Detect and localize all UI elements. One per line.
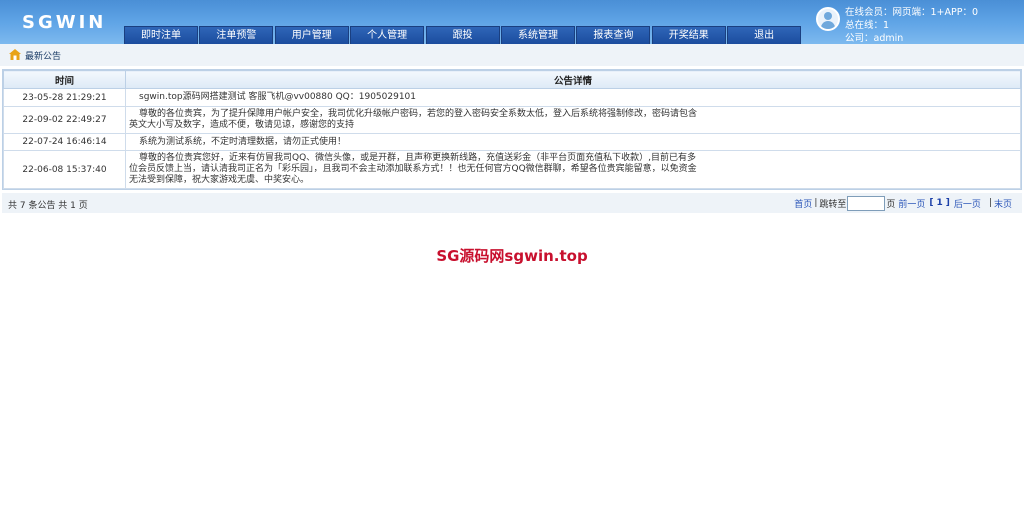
nav-bet-warning[interactable]: 注单预警 bbox=[199, 26, 274, 44]
app-logo: SGWIN bbox=[22, 12, 107, 33]
breadcrumb-label: 最新公告 bbox=[25, 52, 62, 62]
row-time: 22-09-02 22:49:27 bbox=[3, 106, 126, 134]
row-time: 23-05-28 21:29:21 bbox=[3, 88, 126, 107]
row-detail: 尊敬的各位贵宾您好，近来有仿冒我司QQ、微信头像，或是开群，且声称更换新线路，充… bbox=[129, 153, 697, 185]
nav-follow-bet[interactable]: 跟投 bbox=[425, 26, 500, 44]
nav-report-query[interactable]: 报表查询 bbox=[576, 26, 651, 44]
table-row: 22-06-08 15:37:40 尊敬的各位贵宾您好，近来有仿冒我司QQ、微信… bbox=[3, 150, 1021, 189]
current-page: 1 bbox=[936, 198, 943, 208]
home-icon bbox=[9, 49, 21, 60]
header-time: 时间 bbox=[3, 70, 126, 89]
watermark: SG源码网sgwin.top bbox=[436, 247, 588, 265]
row-detail: sgwin.top源码网搭建测试 客服飞机@vv00880 QQ：1905029… bbox=[139, 92, 417, 102]
pager: 首页 | 跳转至 页 前一页 [ 1 ] 后一页 | 末页 bbox=[794, 195, 1012, 211]
announcement-table: 时间 公告详情 23-05-28 21:29:21 sgwin.top源码网搭建… bbox=[2, 69, 1022, 190]
last-page-link[interactable]: 末页 bbox=[994, 197, 1012, 210]
row-time: 22-06-08 15:37:40 bbox=[3, 150, 126, 189]
page-jump-input[interactable] bbox=[847, 195, 886, 211]
pagination-bar: 共 7 条公告 共 1 页 首页 | 跳转至 页 前一页 [ 1 ] 后一页 |… bbox=[2, 193, 1022, 213]
page-unit: 页 bbox=[886, 199, 896, 210]
nav-draw-results[interactable]: 开奖结果 bbox=[651, 26, 726, 44]
nav-logout[interactable]: 退出 bbox=[727, 26, 802, 44]
main-nav: 即时注单 注单预警 用户管理 个人管理 跟投 系统管理 报表查询 开奖结果 退出 bbox=[124, 26, 803, 44]
online-stats: 在线会员：网页端：1+APP：0 总在线：1 公司：admin bbox=[845, 6, 1024, 45]
next-page-link[interactable]: 后一页 bbox=[954, 197, 981, 210]
nav-personal-management[interactable]: 个人管理 bbox=[350, 26, 425, 44]
total-online: 总在线：1 bbox=[845, 20, 890, 31]
table-row: 22-09-02 22:49:27 尊敬的各位贵宾，为了提升保障用户帐户安全，我… bbox=[3, 106, 1021, 134]
prev-page-link[interactable]: 前一页 bbox=[898, 197, 925, 210]
nav-instant-bets[interactable]: 即时注单 bbox=[124, 26, 198, 44]
first-page-link[interactable]: 首页 bbox=[794, 197, 812, 210]
jump-label: 跳转至 bbox=[819, 199, 847, 210]
top-header: SGWIN 即时注单 注单预警 用户管理 个人管理 跟投 系统管理 报表查询 开… bbox=[0, 0, 1024, 44]
nav-system-management[interactable]: 系统管理 bbox=[500, 26, 575, 44]
nav-user-management[interactable]: 用户管理 bbox=[274, 26, 349, 44]
header-detail: 公告详情 bbox=[125, 70, 1021, 89]
breadcrumb: 最新公告 bbox=[0, 44, 1024, 66]
user-avatar-icon bbox=[816, 7, 840, 31]
row-time: 22-07-24 16:46:14 bbox=[3, 133, 126, 151]
row-detail: 尊敬的各位贵宾，为了提升保障用户帐户安全，我司优化升级帐户密码，若您的登入密码安… bbox=[129, 109, 698, 130]
table-row: 22-07-24 16:46:14 系统为测试系统，不定时清理数据，请勿正式使用… bbox=[3, 133, 1021, 151]
total-count: 共 7 条公告 共 1 页 bbox=[8, 201, 88, 211]
row-detail: 系统为测试系统，不定时清理数据，请勿正式使用！ bbox=[139, 136, 347, 147]
online-members: 在线会员：网页端：1+APP：0 bbox=[845, 7, 979, 18]
table-row: 23-05-28 21:29:21 sgwin.top源码网搭建测试 客服飞机@… bbox=[3, 88, 1021, 107]
